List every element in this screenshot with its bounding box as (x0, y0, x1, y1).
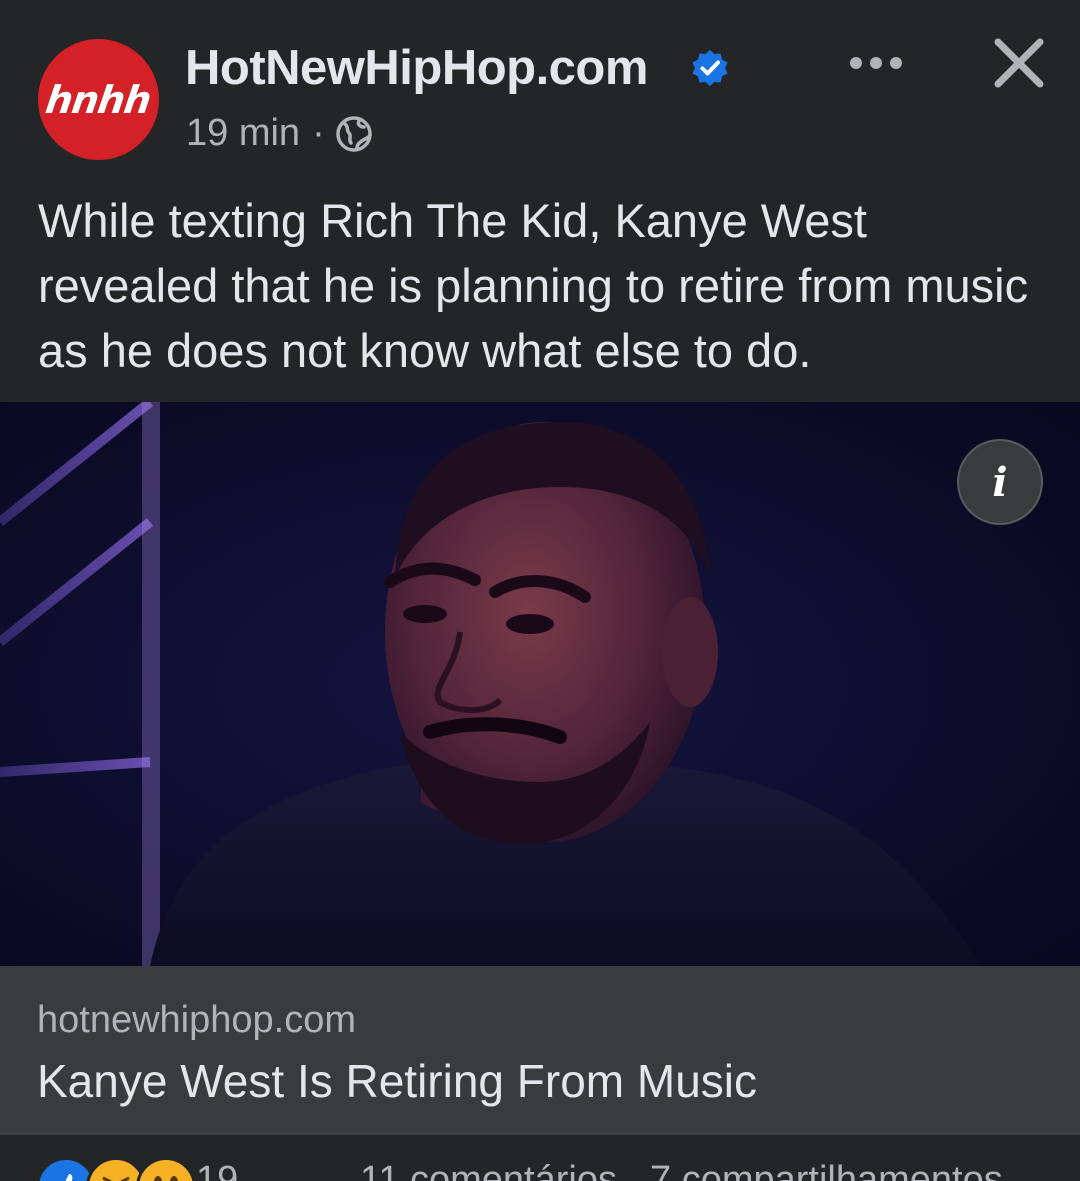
post-image[interactable] (0, 402, 1080, 966)
meta-separator: · (312, 112, 325, 154)
avatar-logo-text: hnhh (43, 77, 154, 122)
page-name-link[interactable]: HotNewHipHop.com (185, 40, 648, 96)
link-preview[interactable]: hotnewhiphop.com Kanye West Is Retiring … (0, 966, 1080, 1133)
info-button[interactable]: i (957, 439, 1043, 525)
post-meta: 19 min · (186, 112, 373, 155)
wow-reaction-icon (136, 1157, 196, 1181)
verified-badge-icon (692, 50, 728, 86)
link-domain: hotnewhiphop.com (37, 999, 356, 1041)
globe-icon (335, 115, 372, 152)
more-options-icon (850, 57, 902, 69)
engagement-bar: 19 11 comentários 7 compartilhamentos (0, 1135, 1080, 1181)
reactions-count[interactable]: 19 (196, 1159, 238, 1181)
page-avatar[interactable]: hnhh (38, 39, 159, 160)
info-icon: i (992, 458, 1008, 506)
close-icon[interactable] (986, 30, 1052, 96)
post-caption: While texting Rich The Kid, Kanye West r… (38, 194, 1029, 377)
more-options-button[interactable] (840, 38, 912, 88)
link-title[interactable]: Kanye West Is Retiring From Music (37, 1054, 757, 1108)
portrait-photo (0, 402, 1080, 966)
post-header: hnhh HotNewHipHop.com 19 min · (0, 0, 1080, 180)
comments-count[interactable]: 11 comentários (360, 1159, 617, 1181)
post-timestamp[interactable]: 19 min (186, 112, 300, 155)
shares-count[interactable]: 7 compartilhamentos (650, 1159, 1003, 1181)
